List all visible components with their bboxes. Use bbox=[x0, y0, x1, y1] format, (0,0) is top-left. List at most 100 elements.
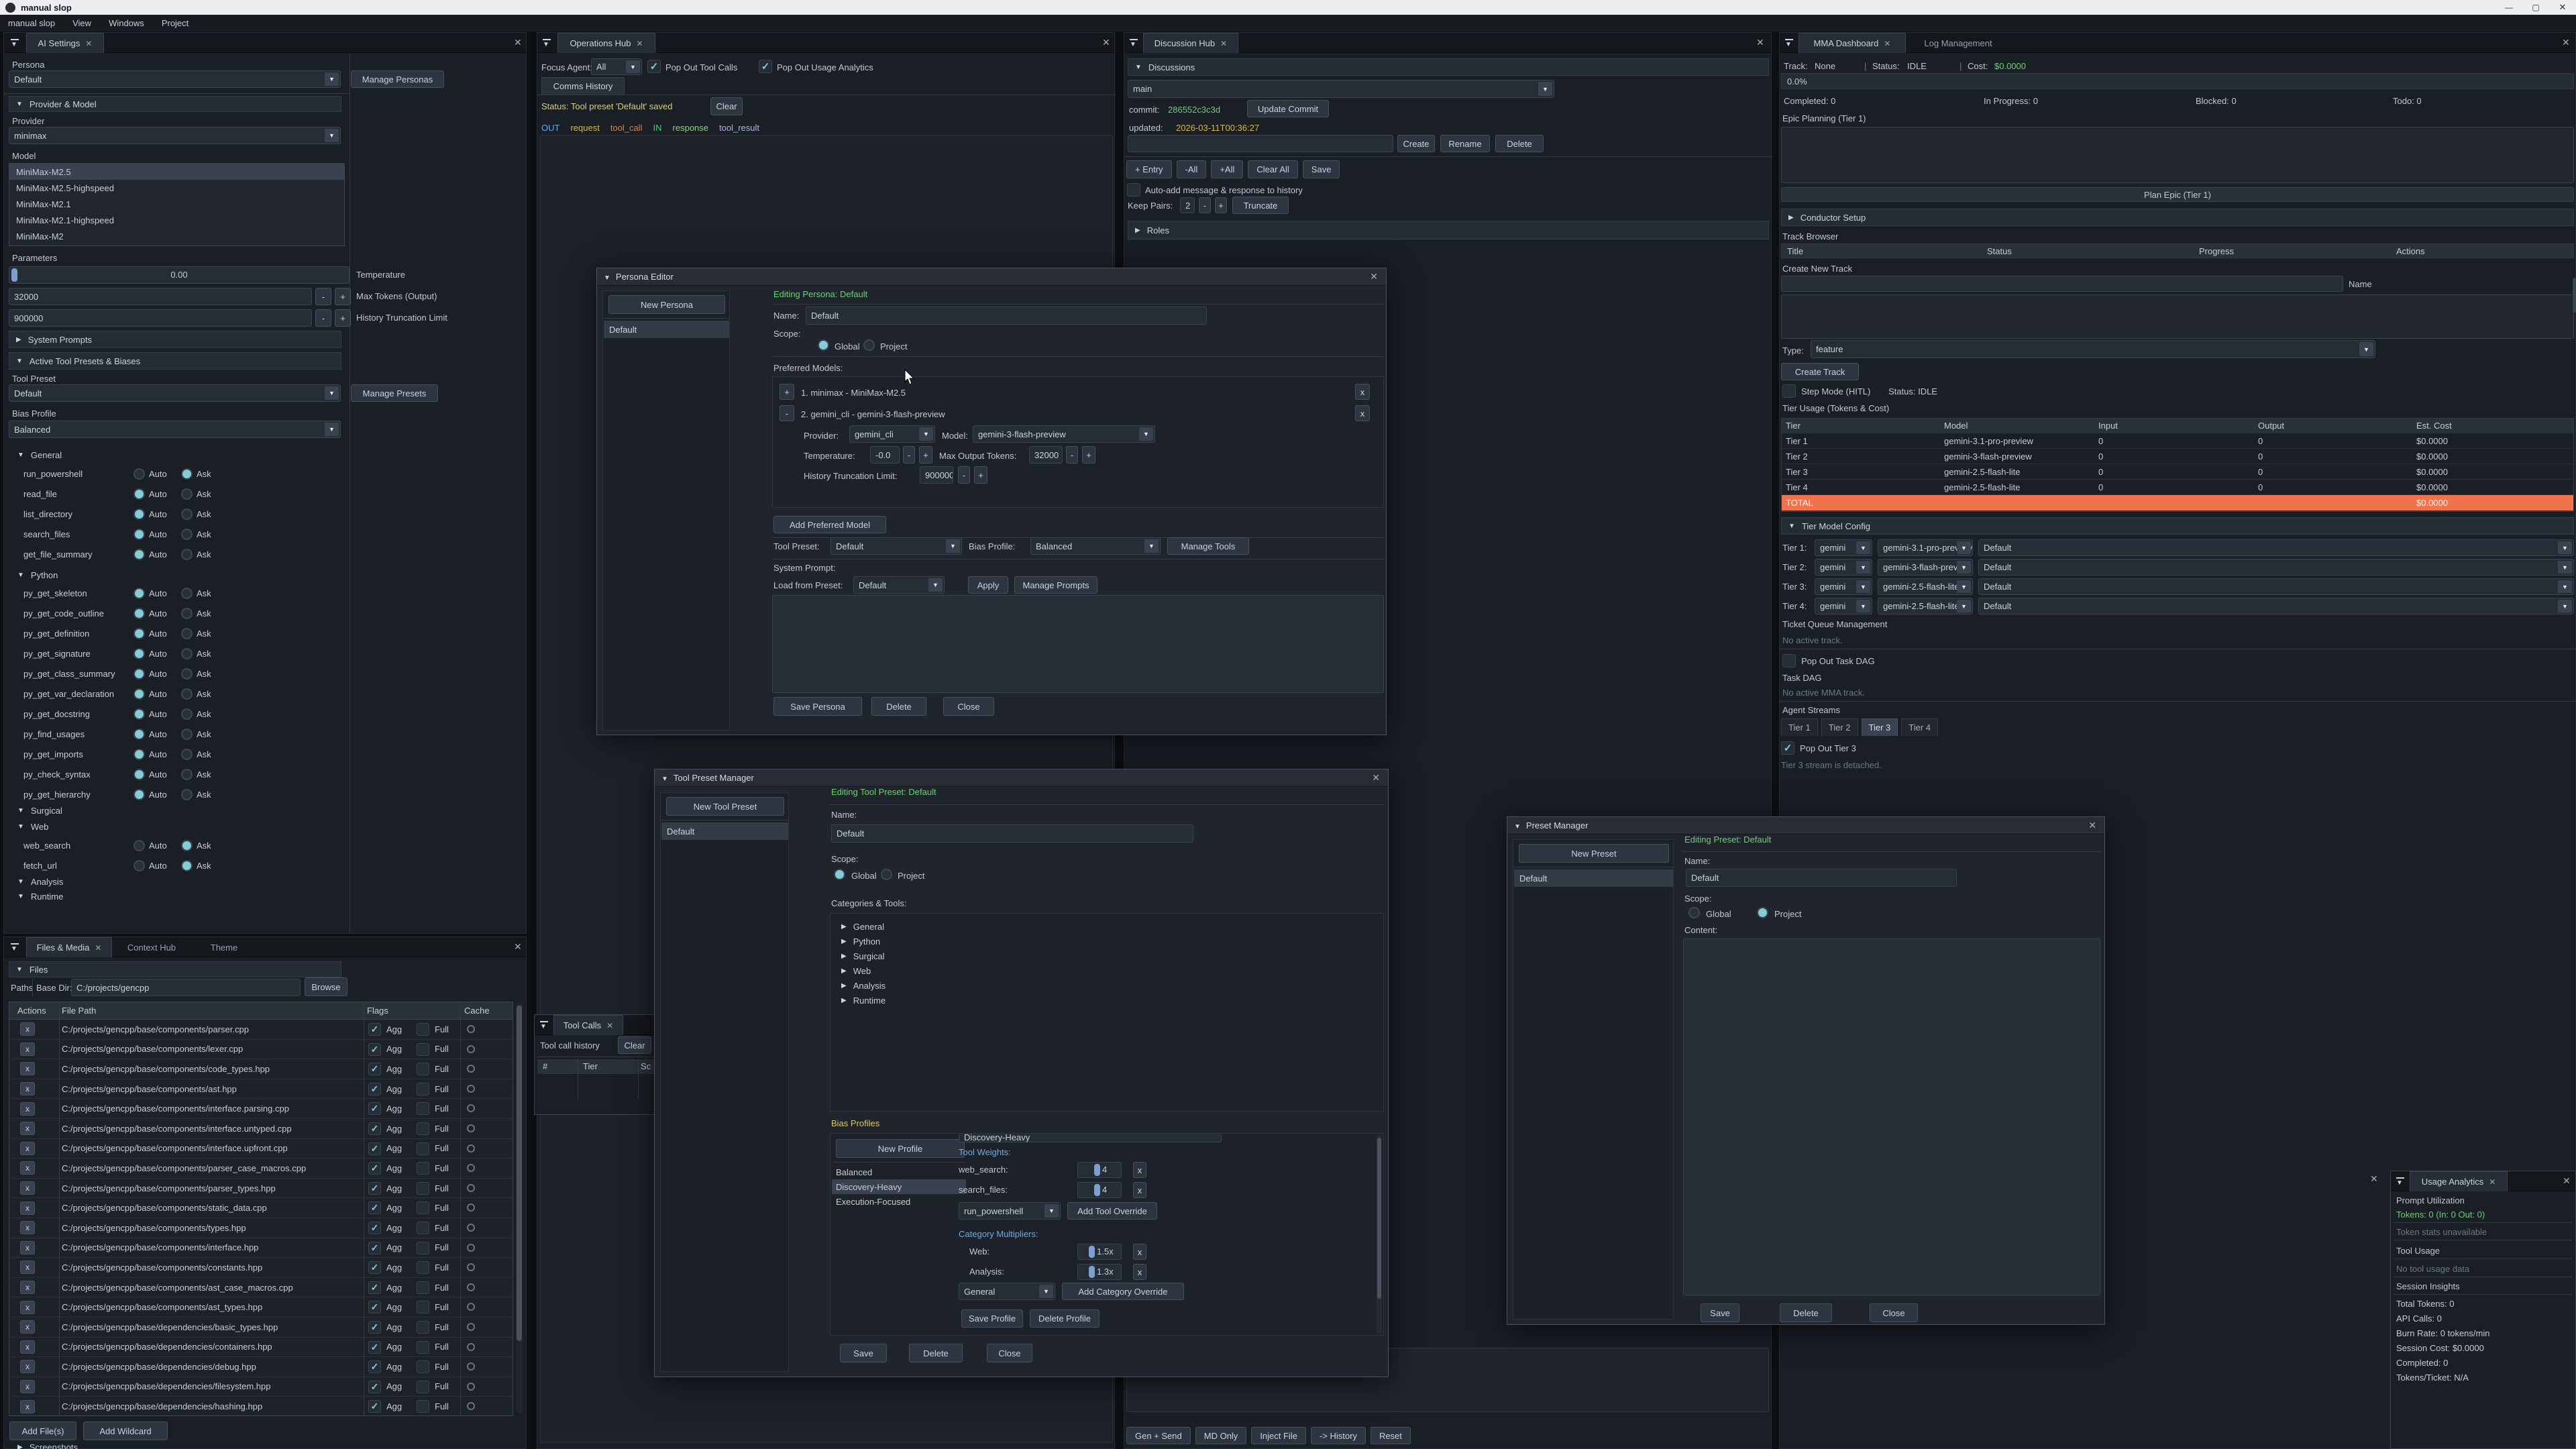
auto-radio[interactable] bbox=[133, 729, 145, 740]
full-checkbox[interactable] bbox=[417, 1341, 429, 1354]
ask-radio[interactable] bbox=[181, 628, 193, 639]
remove-file-button[interactable]: x bbox=[20, 1380, 35, 1393]
auto-radio[interactable] bbox=[133, 840, 145, 851]
autoadd-checkbox[interactable] bbox=[1127, 183, 1140, 197]
full-checkbox[interactable] bbox=[417, 1242, 429, 1254]
tab-usage-analytics[interactable]: Usage Analytics✕ bbox=[2410, 1171, 2508, 1191]
pe-tool-preset-select[interactable]: Default bbox=[830, 537, 962, 555]
track-name-input[interactable] bbox=[1781, 276, 2343, 292]
category-row[interactable]: General bbox=[830, 919, 1383, 934]
tool-override-select[interactable]: run_powershell bbox=[959, 1202, 1061, 1220]
agg-checkbox[interactable]: ✓ bbox=[368, 1182, 381, 1195]
new-tool-preset-button[interactable]: New Tool Preset bbox=[666, 797, 784, 816]
update-commit-button[interactable]: Update Commit bbox=[1247, 100, 1329, 117]
ask-radio[interactable] bbox=[181, 608, 193, 619]
model-list[interactable]: MiniMax-M2.5MiniMax-M2.5-highspeedMiniMa… bbox=[9, 163, 345, 246]
ask-radio[interactable] bbox=[181, 648, 193, 659]
discussion-select[interactable]: main bbox=[1128, 80, 1554, 98]
agg-checkbox[interactable]: ✓ bbox=[368, 1023, 381, 1036]
bias-profile-select[interactable]: Balanced bbox=[9, 421, 341, 438]
add-wildcard-button[interactable]: Add Wildcard bbox=[83, 1421, 168, 1440]
full-checkbox[interactable] bbox=[417, 1261, 429, 1274]
full-checkbox[interactable] bbox=[417, 1400, 429, 1413]
panel-close-icon[interactable]: ✕ bbox=[2562, 37, 2570, 48]
collapse-icon[interactable] bbox=[604, 272, 610, 282]
profile-list-item[interactable]: Execution-Focused bbox=[832, 1194, 966, 1209]
full-checkbox[interactable] bbox=[417, 1142, 429, 1155]
tier-model-config-header[interactable]: Tier Model Config bbox=[1781, 517, 2574, 535]
agg-checkbox[interactable]: ✓ bbox=[368, 1083, 381, 1095]
manage-tools-button[interactable]: Manage Tools bbox=[1167, 537, 1249, 555]
max-tokens-input[interactable]: 32000 bbox=[9, 288, 312, 305]
popout-task-dag-checkbox[interactable] bbox=[1782, 654, 1796, 667]
tier-provider-select[interactable]: gemini bbox=[1815, 578, 1872, 595]
system-prompts-header[interactable]: System Prompts bbox=[9, 331, 341, 348]
model-up-button[interactable]: + bbox=[780, 384, 794, 400]
remove-file-button[interactable]: x bbox=[20, 1042, 35, 1056]
panel-menu-icon[interactable] bbox=[2395, 1176, 2406, 1187]
base-dir-input[interactable]: C:/projects/gencpp bbox=[71, 979, 301, 996]
agg-checkbox[interactable]: ✓ bbox=[368, 1122, 381, 1135]
collapse-icon[interactable] bbox=[1514, 820, 1521, 830]
popout-usage-checkbox[interactable]: ✓ bbox=[759, 60, 772, 73]
remove-file-button[interactable]: x bbox=[20, 1221, 35, 1234]
delete-discussion-button[interactable]: Delete bbox=[1495, 135, 1544, 152]
track-description-textarea[interactable] bbox=[1781, 294, 2574, 339]
max-tokens-minus-button[interactable]: - bbox=[315, 288, 331, 305]
tpm-save-button[interactable]: Save bbox=[840, 1344, 887, 1362]
scope-project-radio[interactable] bbox=[881, 869, 892, 880]
model-list-item[interactable]: MiniMax-M2.1 bbox=[9, 196, 344, 212]
mult-slider[interactable]: 1.3x bbox=[1077, 1264, 1122, 1280]
category-row[interactable]: Analysis bbox=[830, 978, 1383, 993]
delete-persona-button[interactable]: Delete bbox=[871, 697, 926, 716]
history-limit-plus-button[interactable]: + bbox=[335, 309, 351, 327]
tab-log-management[interactable]: Log Management bbox=[1911, 33, 2005, 53]
panel-menu-icon[interactable] bbox=[1784, 38, 1795, 49]
auto-radio[interactable] bbox=[133, 749, 145, 760]
conductor-setup-header[interactable]: Conductor Setup bbox=[1781, 209, 2574, 226]
discussion-bottom-button[interactable]: MD Only bbox=[1195, 1427, 1247, 1444]
tpm-delete-button[interactable]: Delete bbox=[909, 1344, 963, 1362]
discussion-bottom-button[interactable]: Gen + Send bbox=[1126, 1427, 1191, 1444]
focus-agent-select[interactable]: All bbox=[591, 58, 642, 75]
manage-presets-button[interactable]: Manage Presets bbox=[351, 384, 438, 402]
agg-checkbox[interactable]: ✓ bbox=[368, 1043, 381, 1056]
add-category-override-button[interactable]: Add Category Override bbox=[1062, 1283, 1184, 1300]
history-limit-minus-button[interactable]: - bbox=[315, 309, 331, 327]
tab-close-icon[interactable]: ✕ bbox=[95, 943, 101, 953]
full-checkbox[interactable] bbox=[417, 1360, 429, 1373]
tab-comms-history[interactable]: Comms History bbox=[541, 77, 625, 95]
ask-radio[interactable] bbox=[181, 789, 193, 800]
auto-radio[interactable] bbox=[133, 708, 145, 720]
keep-pairs-input[interactable]: 2 bbox=[1180, 197, 1195, 213]
menu-app[interactable]: manual slop bbox=[8, 18, 55, 28]
remove-file-button[interactable]: x bbox=[20, 1062, 35, 1075]
temp-plus-button[interactable]: + bbox=[919, 446, 932, 464]
collapse-icon[interactable] bbox=[661, 773, 668, 783]
menu-project[interactable]: Project bbox=[162, 18, 189, 28]
tool-preset-list-item[interactable]: Default bbox=[661, 822, 788, 840]
auto-radio[interactable] bbox=[133, 608, 145, 619]
preset-list-item[interactable]: Default bbox=[1514, 869, 1673, 887]
panel-menu-icon[interactable] bbox=[541, 38, 553, 49]
agg-checkbox[interactable]: ✓ bbox=[368, 1222, 381, 1234]
full-checkbox[interactable] bbox=[417, 1102, 429, 1115]
add-preferred-model-button[interactable]: Add Preferred Model bbox=[773, 516, 886, 533]
menu-windows[interactable]: Windows bbox=[109, 18, 144, 28]
ask-radio[interactable] bbox=[181, 488, 193, 500]
tab-close-icon[interactable]: ✕ bbox=[2489, 1177, 2496, 1187]
tab-tool-calls[interactable]: Tool Calls✕ bbox=[553, 1015, 623, 1035]
full-checkbox[interactable] bbox=[417, 1201, 429, 1214]
tpm-titlebar[interactable]: Tool Preset Manager ✕ bbox=[655, 769, 1388, 787]
category-row[interactable]: Runtime bbox=[830, 993, 1383, 1008]
tab-theme[interactable]: Theme bbox=[202, 937, 246, 957]
panel-scrollbar[interactable] bbox=[2573, 278, 2576, 313]
discussion-bottom-button[interactable]: Reset bbox=[1371, 1427, 1411, 1444]
delete-profile-button[interactable]: Delete Profile bbox=[1030, 1309, 1099, 1328]
auto-radio[interactable] bbox=[133, 668, 145, 680]
weight-slider[interactable]: 4 bbox=[1077, 1162, 1122, 1178]
popout-tool-calls-checkbox[interactable]: ✓ bbox=[647, 60, 661, 73]
tab-operations-hub[interactable]: Operations Hub✕ bbox=[557, 33, 655, 53]
full-checkbox[interactable] bbox=[417, 1301, 429, 1313]
ask-radio[interactable] bbox=[181, 840, 193, 851]
